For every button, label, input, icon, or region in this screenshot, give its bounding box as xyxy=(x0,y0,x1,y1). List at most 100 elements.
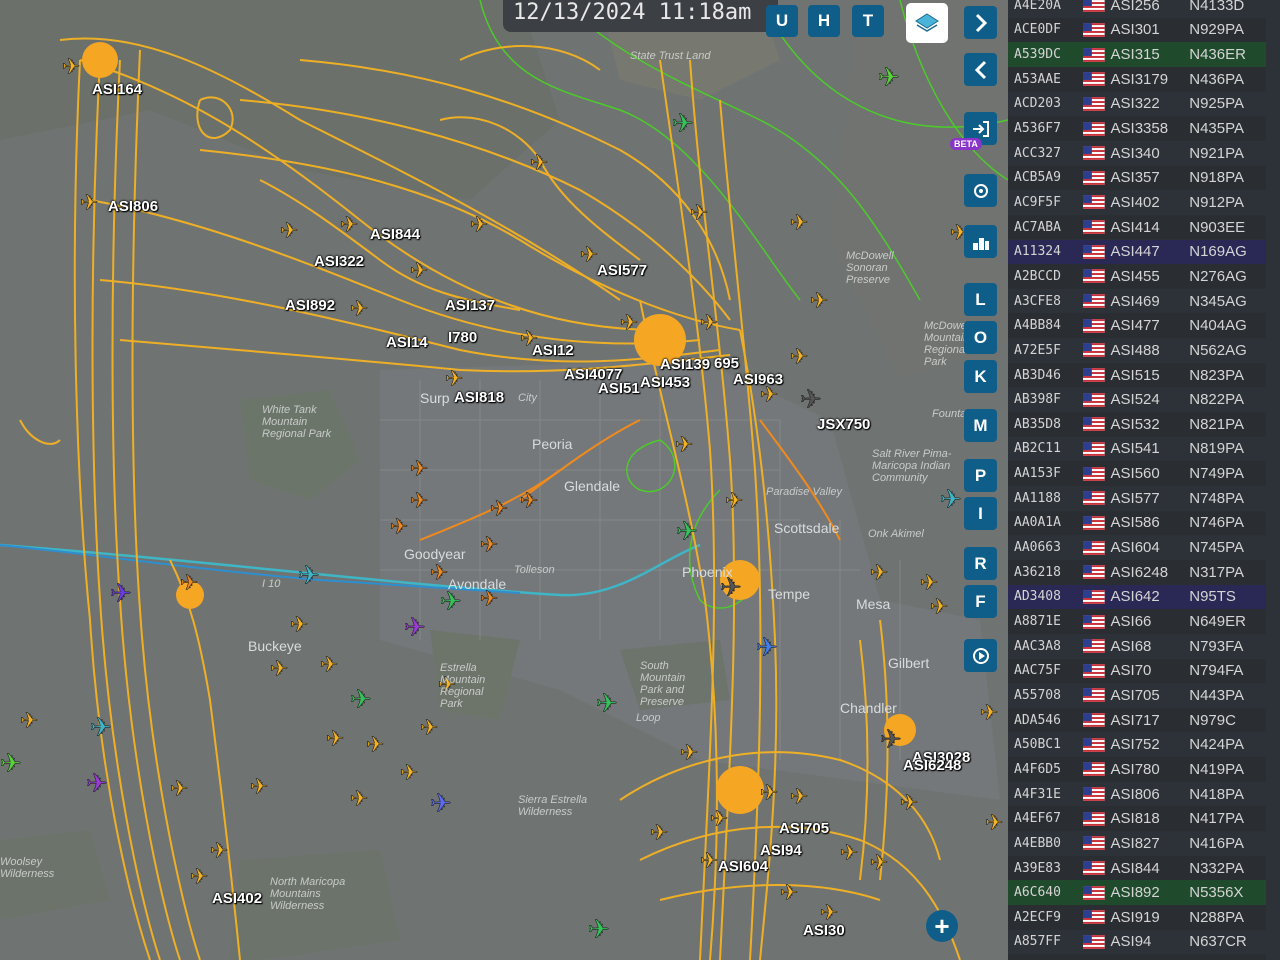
aircraft-list-row[interactable]: AA1188 ASI577 N748PA xyxy=(1008,486,1266,511)
aircraft-list-row[interactable]: AB3D46 ASI515 N823PA xyxy=(1008,362,1266,388)
callsign: ASI455 xyxy=(1110,267,1160,285)
aircraft-label[interactable]: JSX750 xyxy=(817,416,870,433)
map-name-estrella: Estrella Mountain Regional Park xyxy=(440,662,486,710)
aircraft-list-row[interactable]: ACD203 ASI322 N925PA xyxy=(1008,92,1266,117)
aircraft-label[interactable]: ASI164 xyxy=(92,81,142,98)
aircraft-list-row[interactable]: ACE0DF ASI301 N929PA xyxy=(1008,17,1266,43)
us-flag-icon xyxy=(1082,146,1105,161)
aircraft-list-row[interactable]: A2ECF9 ASI919 N288PA xyxy=(1008,905,1266,930)
t-button[interactable]: T xyxy=(852,5,884,37)
aircraft-label[interactable]: ASI844 xyxy=(370,226,420,243)
aircraft-list-row[interactable]: A2BCCD ASI455 N276AG xyxy=(1008,264,1266,289)
aircraft-list-row[interactable]: ADA546 ASI717 N979C xyxy=(1008,707,1266,733)
aircraft-list-row[interactable]: A4F6D5 ASI780 N419PA xyxy=(1008,757,1266,782)
aircraft-list-row[interactable]: A55708 ASI705 N443PA xyxy=(1008,683,1266,708)
aircraft-label[interactable]: ASI963 xyxy=(733,371,783,388)
aircraft-label[interactable]: ASI892 xyxy=(285,297,335,314)
icao-hex: A4F31E xyxy=(1014,786,1061,802)
aircraft-label[interactable]: ASI818 xyxy=(454,389,504,406)
aircraft-list-row[interactable]: A4BB84 ASI477 N404AG xyxy=(1008,313,1266,339)
aircraft-list-row[interactable]: AB35D8 ASI532 N821PA xyxy=(1008,412,1266,437)
u-button[interactable]: U xyxy=(766,5,798,37)
aircraft-list-row[interactable]: AA0663 ASI604 N745PA xyxy=(1008,535,1266,560)
aircraft-list-row[interactable]: A1F7D8ASI963N195MA xyxy=(1008,954,1266,960)
callsign: ASI469 xyxy=(1110,292,1160,310)
aircraft-list-row[interactable]: A539DC ASI315 N436ER xyxy=(1008,42,1266,67)
aircraft-list-row[interactable]: A36218 ASI6248 N317PA xyxy=(1008,559,1266,585)
aircraft-list-row[interactable]: A4EBB0 ASI827 N416PA xyxy=(1008,831,1266,856)
map-view[interactable]: ✈ ✈ ✈ ✈ ✈ ✈ ✈ ✈ ✈ ✈ ✈ ✈ ✈ ✈ ✈ ✈ ✈ ✈ ✈ ✈ ✈ ✈ ✈ ✈ ✈ ✈ ✈ ✈ ✈ ✈ … xyxy=(0,0,1008,960)
l-button[interactable]: L xyxy=(964,283,997,316)
f-button[interactable]: F xyxy=(964,585,997,618)
aircraft-list-row[interactable]: AC7ABA ASI414 N903EE xyxy=(1008,214,1266,240)
aircraft-list-row[interactable]: A4EF67 ASI818 N417PA xyxy=(1008,806,1266,832)
zoom-in-button[interactable]: + xyxy=(926,910,958,942)
aircraft-label[interactable]: I780 xyxy=(448,329,477,346)
aircraft-list-row[interactable]: AD3408 ASI642 N95TS xyxy=(1008,584,1266,610)
m-button[interactable]: M xyxy=(964,409,997,442)
map-canvas[interactable]: ✈✈✈ ✈✈✈ ✈✈✈ ✈ ✈✈ ✈✈ ✈ ✈✈✈ ✈✈✈ ✈✈✈ ✈✈ ✈ ✈✈✈ … xyxy=(0,0,1008,960)
r-button[interactable]: R xyxy=(964,547,997,580)
svg-text:✈: ✈ xyxy=(250,775,268,800)
aircraft-list-row[interactable]: ACB5A9 ASI357 N918PA xyxy=(1008,165,1266,191)
aircraft-list-row[interactable]: A53AAE ASI3179 N436PA xyxy=(1008,66,1266,92)
aircraft-list-row[interactable]: AA0A1A ASI586 N746PA xyxy=(1008,510,1266,536)
callsign: ASI780 xyxy=(1110,760,1160,778)
aircraft-label[interactable]: ASI12 xyxy=(532,342,574,359)
aircraft-label[interactable]: ASI705 xyxy=(779,820,829,837)
replay-button[interactable] xyxy=(964,639,997,672)
aircraft-list-row[interactable]: AB2C11 ASI541 N819PA xyxy=(1008,437,1266,462)
stats-button[interactable] xyxy=(964,225,997,258)
aircraft-list-row[interactable]: A39E83 ASI844 N332PA xyxy=(1008,855,1266,881)
expand-panel-button[interactable] xyxy=(964,6,997,39)
aircraft-label[interactable]: ASI322 xyxy=(314,253,364,270)
aircraft-list-row[interactable]: A536F7 ASI3358 N435PA xyxy=(1008,116,1266,141)
callsign: ASI827 xyxy=(1110,834,1160,852)
svg-text:✈: ✈ xyxy=(290,613,308,638)
p-button[interactable]: P xyxy=(964,459,997,492)
icao-hex: A2ECF9 xyxy=(1014,909,1061,925)
i-button[interactable]: I xyxy=(964,497,997,530)
aircraft-list-row[interactable]: A4E20A ASI256 N4133D xyxy=(1008,0,1266,18)
aircraft-label[interactable]: ASI604 xyxy=(718,858,768,875)
svg-text:✈: ✈ xyxy=(350,297,368,322)
city-name-gilbert: Gilbert xyxy=(888,655,930,671)
aircraft-label[interactable]: ASI6248 xyxy=(903,757,961,774)
callsign: ASI414 xyxy=(1110,218,1160,236)
aircraft-list-row[interactable]: A11324 ASI447 N169AG xyxy=(1008,239,1266,265)
layers-button[interactable] xyxy=(906,3,948,43)
settings-button[interactable] xyxy=(964,174,997,207)
aircraft-label[interactable]: ASI577 xyxy=(597,262,647,279)
aircraft-list-row[interactable]: AC9F5F ASI402 N912PA xyxy=(1008,190,1266,215)
aircraft-label[interactable]: ASI30 xyxy=(803,922,845,939)
collapse-panel-button[interactable] xyxy=(964,53,997,86)
o-button[interactable]: O xyxy=(964,321,997,354)
aircraft-list-row[interactable]: ACC327 ASI340 N921PA xyxy=(1008,141,1266,166)
aircraft-list-row[interactable]: AA153F ASI560 N749PA xyxy=(1008,461,1266,486)
icao-hex: A857FF xyxy=(1014,934,1061,950)
aircraft-list-row[interactable]: A8871E ASI66 N649ER xyxy=(1008,609,1266,634)
aircraft-list-row[interactable]: A6C640 ASI892 N5356X xyxy=(1008,880,1266,905)
aircraft-list-row[interactable]: AAC3A8 ASI68 N793FA xyxy=(1008,634,1266,659)
aircraft-label[interactable]: ASI453 xyxy=(640,374,690,391)
aircraft-label[interactable]: ASI139 xyxy=(660,356,710,373)
aircraft-list-row[interactable]: A3CFE8 ASI469 N345AG xyxy=(1008,289,1266,314)
h-button[interactable]: H xyxy=(808,5,840,37)
aircraft-list-row[interactable]: AAC75F ASI70 N794FA xyxy=(1008,658,1266,684)
aircraft-list-row[interactable]: AB398F ASI524 N822PA xyxy=(1008,387,1266,412)
aircraft-label[interactable]: ASI94 xyxy=(760,842,802,859)
aircraft-list-row[interactable]: A857FF ASI94 N637CR xyxy=(1008,930,1266,955)
us-flag-icon xyxy=(1082,590,1105,604)
us-flag-icon xyxy=(1082,713,1105,728)
aircraft-list-row[interactable]: A50BC1 ASI752 N424PA xyxy=(1008,733,1266,758)
aircraft-label[interactable]: ASI806 xyxy=(108,198,158,215)
aircraft-label[interactable]: ASI137 xyxy=(445,297,495,314)
aircraft-label[interactable]: ASI14 xyxy=(386,334,428,351)
aircraft-list-row[interactable]: A72E5F ASI488 N562AG xyxy=(1008,338,1266,363)
aircraft-label[interactable]: ASI51 xyxy=(598,380,640,397)
aircraft-label[interactable]: 695 xyxy=(714,355,739,372)
aircraft-list-panel[interactable]: A4E20A ASI256 N4133D ACE0DF ASI301 N929PA A539… xyxy=(1008,0,1280,960)
aircraft-label[interactable]: ASI402 xyxy=(212,890,262,907)
k-button[interactable]: K xyxy=(964,360,997,393)
aircraft-list-row[interactable]: A4F31E ASI806 N418PA xyxy=(1008,782,1266,807)
